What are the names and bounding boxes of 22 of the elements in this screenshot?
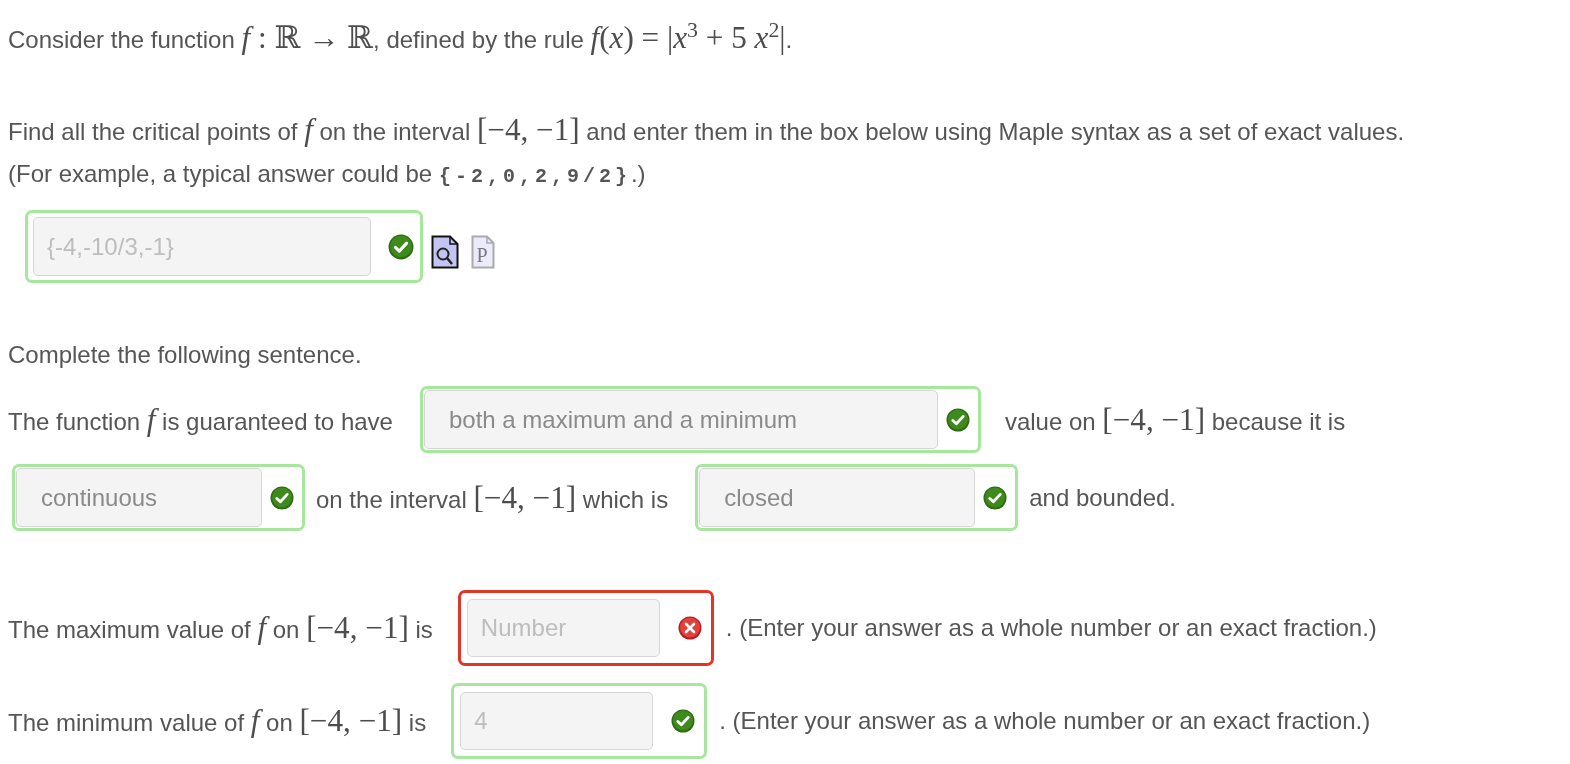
choice-field[interactable]: both a maximum and a minimum xyxy=(423,390,938,449)
sentence-text: value on [−4, −1] because it is xyxy=(1004,403,1346,436)
check-icon xyxy=(945,407,970,432)
instruction-text: Complete the following sentence. xyxy=(8,340,363,370)
cross-icon xyxy=(677,616,702,640)
example-text: (For example, a typical answer could be {-2,0,2,9/2}.) xyxy=(8,159,647,190)
choice-field[interactable]: closed xyxy=(699,468,976,527)
document-search-icon[interactable] xyxy=(431,234,459,269)
sentence-text: on the interval [−4, −1] which is xyxy=(316,481,669,514)
check-icon xyxy=(270,485,294,510)
question-text: Consider the function f : ℝ → ℝ, defined by the rule f(x) = |x$^{3}$ + 5 x$^{2}$|. xyxy=(8,18,794,57)
question-text: The minimum value of f on [−4, −1] is xyxy=(8,705,427,737)
sentence-text: and bounded. xyxy=(1029,483,1176,512)
check-icon xyxy=(388,233,414,260)
choice-field[interactable]: continuous xyxy=(16,468,262,527)
hint-text: . (Enter your answer as a whole number or an exact fraction.) xyxy=(719,707,1371,735)
check-icon xyxy=(983,485,1008,510)
sentence-text: The function f is guaranteed to have xyxy=(8,403,393,436)
question-text: The maximum value of f on [−4, −1] is xyxy=(8,612,433,644)
prompt-text: Find all the critical points of f on the interval [−4, −1] and enter them in the box below using Maple syntax as a set of exact values. xyxy=(8,111,1406,149)
hint-text: . (Enter your answer as a whole number or an exact fraction.) xyxy=(725,614,1377,642)
check-icon xyxy=(671,709,696,733)
